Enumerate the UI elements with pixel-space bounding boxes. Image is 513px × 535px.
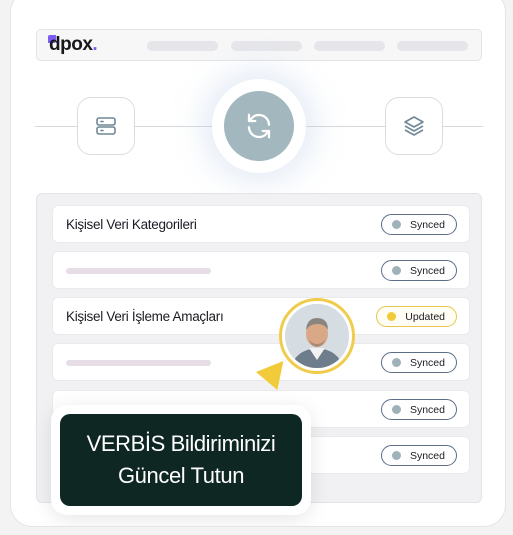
nav-placeholder [314,41,385,51]
callout-frame: VERBİS Bildiriminizi Güncel Tutun [51,405,311,515]
status-dot [391,405,401,414]
connector-line [35,126,77,127]
nav-placeholder [397,41,468,51]
status-dot [391,358,401,367]
status-dot [391,451,401,460]
status-badge: Synced [380,260,457,281]
connector-line [443,126,483,127]
nav-placeholder [147,41,218,51]
row-label: Kişisel Veri İşleme Amaçları [66,309,224,324]
status-badge: Updated [376,306,457,327]
avatar [279,298,355,374]
sync-icon [247,113,271,139]
list-item[interactable]: Synced [52,251,470,289]
server-icon [96,117,116,135]
row-placeholder [66,360,211,366]
status-badge: Synced [380,445,457,466]
callout-line-2: Güncel Tutun [117,463,245,488]
callout-line-1: VERBİS Bildiriminizi [86,431,276,456]
layers-icon [404,116,424,136]
status-badge: Synced [380,214,457,235]
status-badge: Synced [380,399,457,420]
brand-logo[interactable]: dpox. [49,34,98,56]
sync-button[interactable] [224,91,294,161]
status-dot [387,312,397,321]
server-node [77,97,135,155]
row-placeholder [66,268,211,274]
row-label: Kişisel Veri Kategorileri [66,217,197,232]
card: dpox. Kişisel Veri Kategorileri Synced S… [10,0,506,527]
status-badge: Synced [380,352,457,373]
connector-line [135,126,215,127]
callout-banner: VERBİS Bildiriminizi Güncel Tutun [60,414,302,506]
nav-placeholder [231,41,302,51]
status-dot [391,220,401,229]
avatar-photo [285,304,349,368]
app-header-bar: dpox. [36,29,482,61]
list-item[interactable]: Kişisel Veri Kategorileri Synced [52,205,470,243]
status-dot [391,266,401,275]
layers-node [385,97,443,155]
connector-line [303,126,385,127]
list-item[interactable]: Kişisel Veri İşleme Amaçları Updated [52,297,470,335]
sync-node [212,79,306,173]
